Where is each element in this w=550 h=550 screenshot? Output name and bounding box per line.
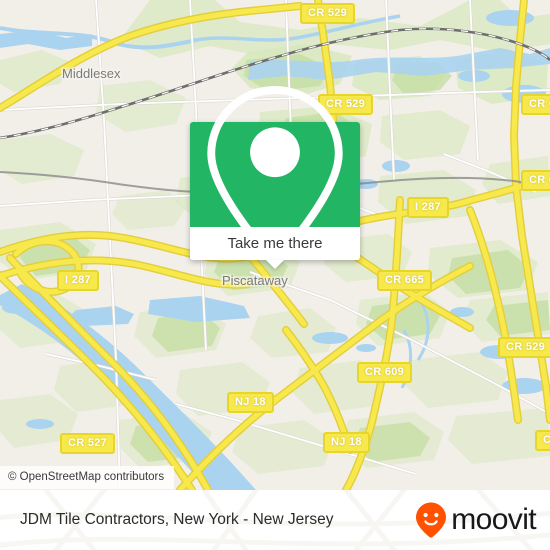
- road-shield-i-287-right[interactable]: I 287: [407, 197, 449, 218]
- road-shield-cr-6-right-lower[interactable]: CR 6: [521, 170, 550, 191]
- page-title: JDM Tile Contractors, New York - New Jer…: [20, 511, 334, 528]
- road-shield-c-right-edge[interactable]: C: [535, 430, 550, 451]
- moovit-wordmark: moovit: [451, 503, 536, 536]
- road-shield-i-287-left[interactable]: I 287: [57, 270, 99, 291]
- road-shield-cr-527[interactable]: CR 527: [60, 433, 116, 454]
- popup-tail: [266, 260, 284, 269]
- map-canvas[interactable]: Middlesex Piscataway CR 529 CR 529 CR 6 …: [0, 0, 550, 490]
- road-shield-cr-665[interactable]: CR 665: [377, 270, 433, 291]
- road-shield-cr-609[interactable]: CR 609: [357, 362, 413, 383]
- osm-attribution[interactable]: © OpenStreetMap contributors: [0, 466, 175, 489]
- map-pin-icon: [207, 85, 343, 264]
- place-label-middlesex: Middlesex: [62, 66, 121, 81]
- moovit-logo[interactable]: moovit: [414, 501, 537, 539]
- footer-bar: JDM Tile Contractors, New York - New Jer…: [0, 490, 550, 550]
- take-me-there-label: Take me there: [227, 235, 323, 252]
- road-shield-nj-18-lower[interactable]: NJ 18: [323, 432, 370, 453]
- take-me-there-popup[interactable]: Take me there: [190, 85, 360, 269]
- moovit-map-screenshot: Middlesex Piscataway CR 529 CR 529 CR 6 …: [0, 0, 550, 550]
- moovit-smiley-pin-icon: [416, 502, 447, 538]
- road-shield-cr-6-right-upper[interactable]: CR 6: [521, 94, 550, 115]
- popup-icon-panel: [190, 85, 360, 264]
- road-shield-cr-529-right[interactable]: CR 529: [498, 337, 550, 358]
